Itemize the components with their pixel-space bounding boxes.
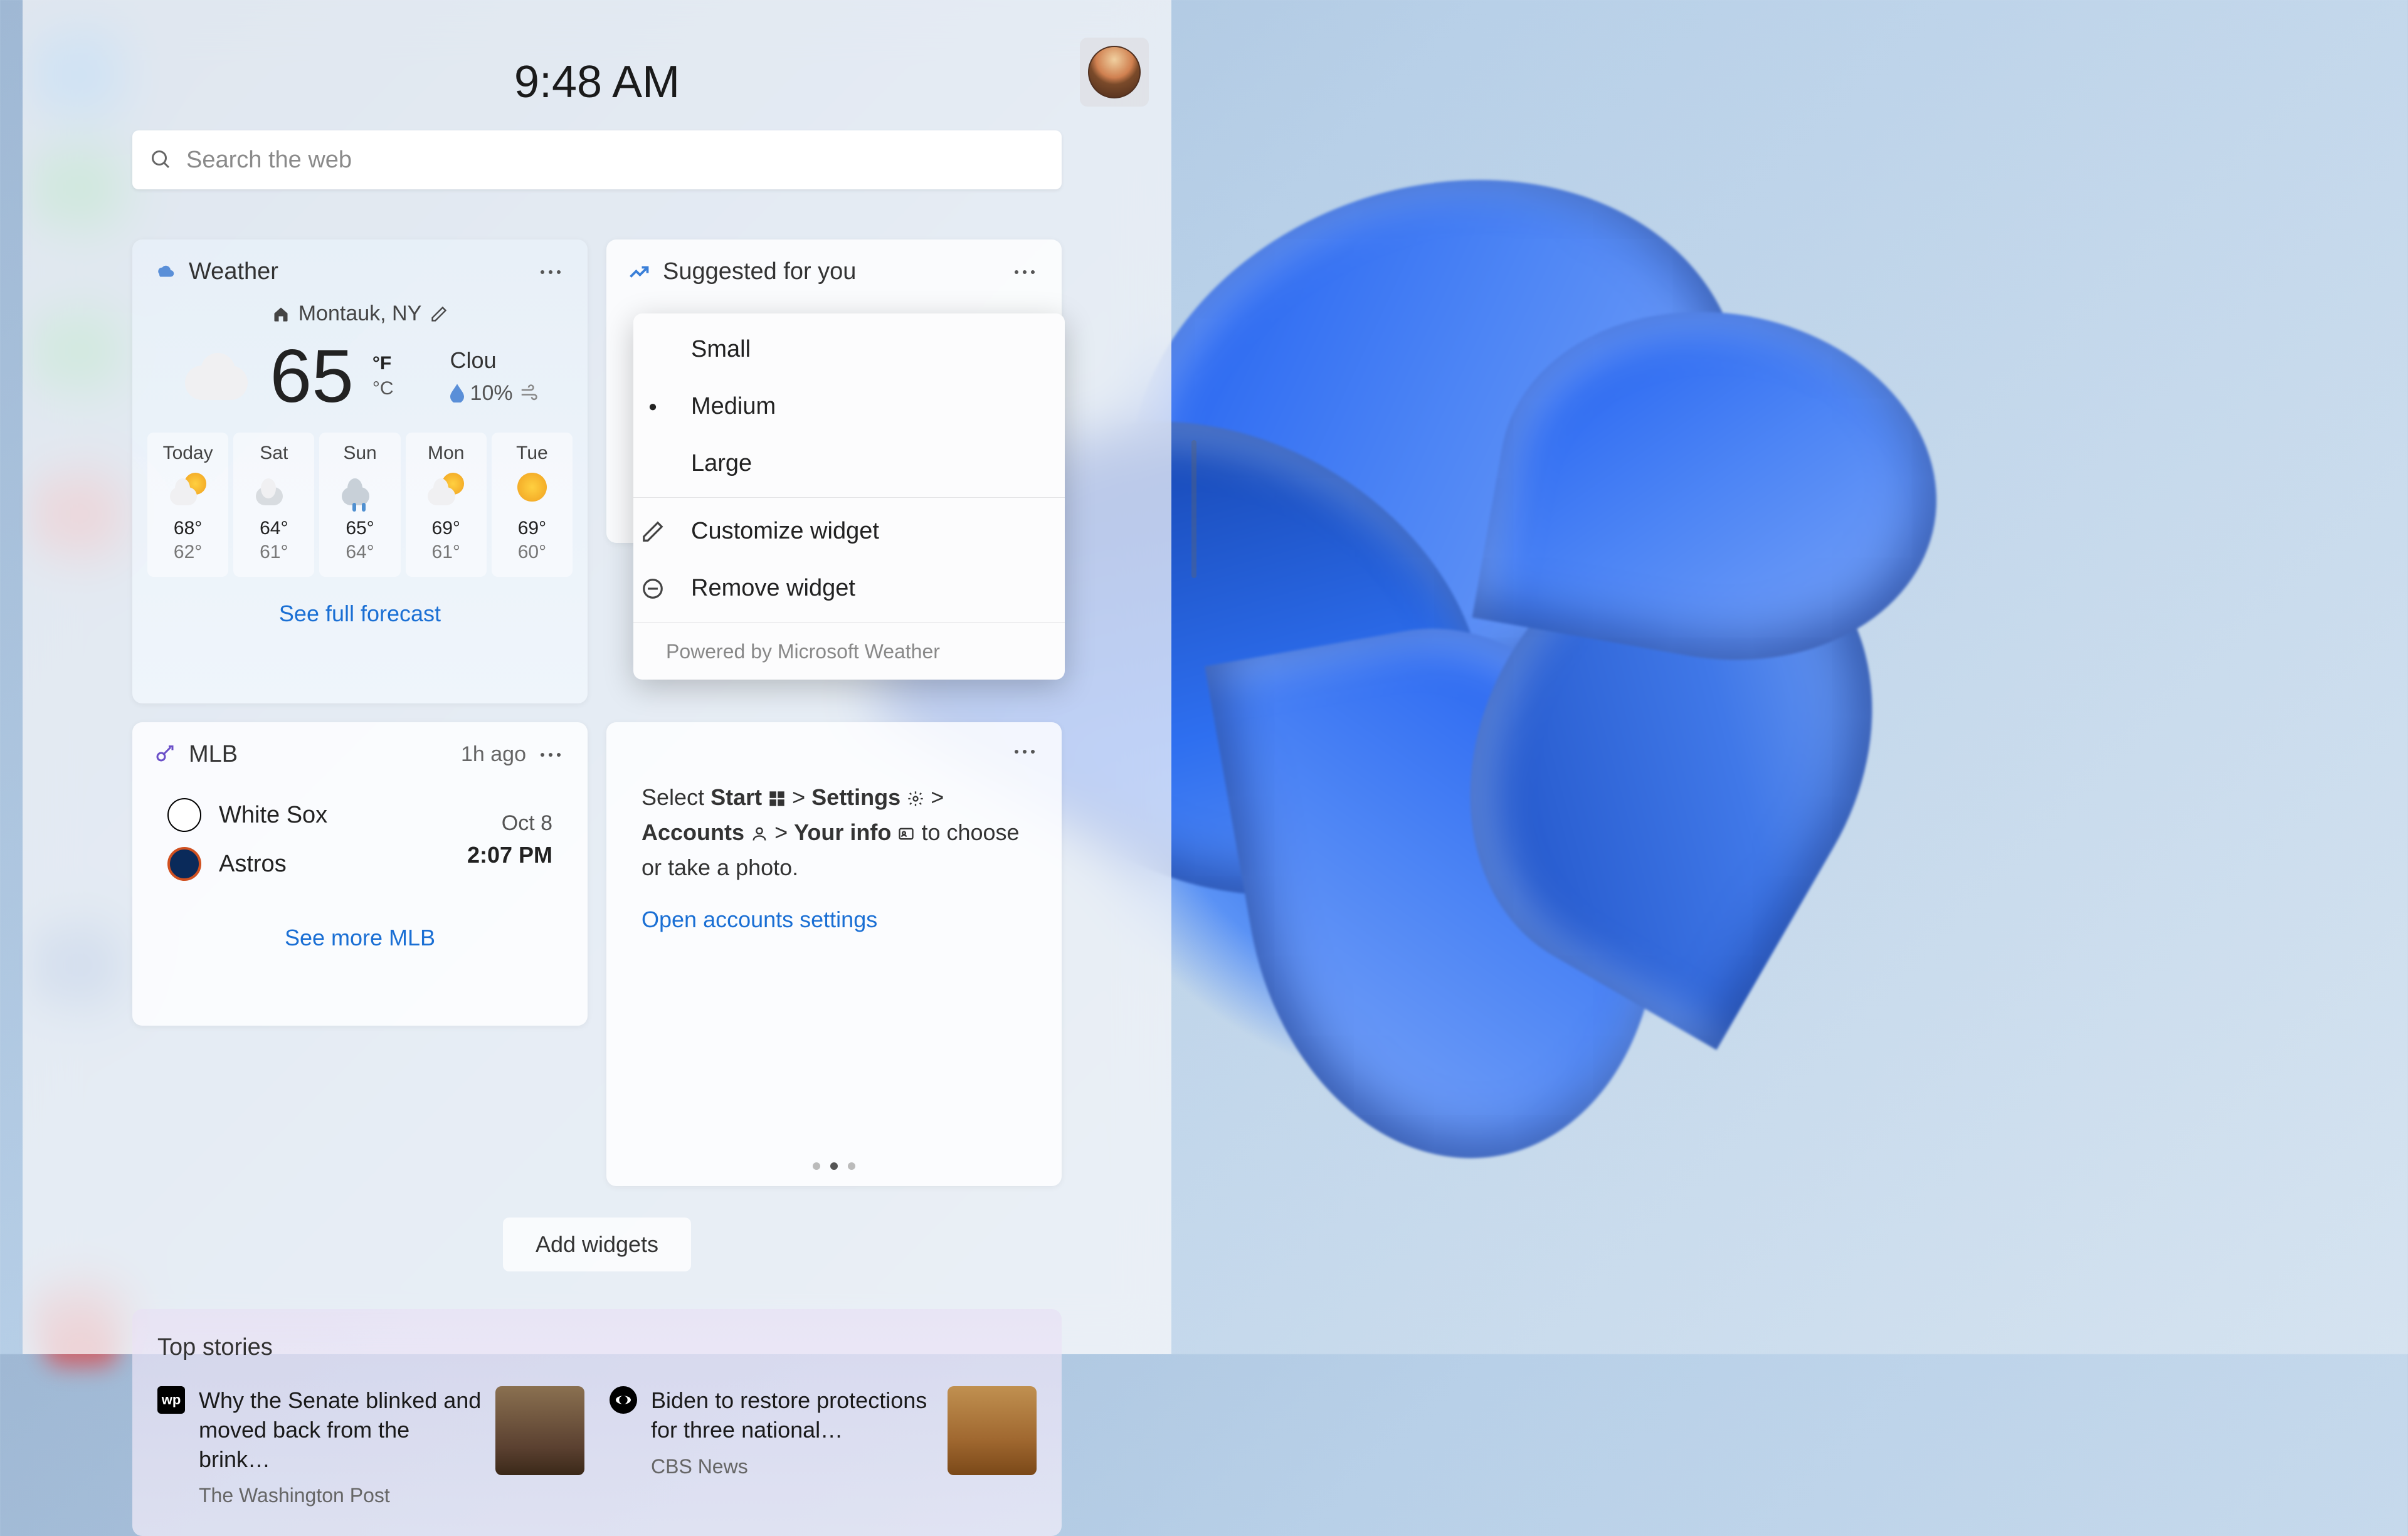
wind-icon: [519, 384, 538, 402]
pencil-icon: [641, 520, 665, 544]
trending-icon: [628, 261, 650, 283]
edit-icon[interactable]: [430, 305, 448, 323]
avatar-image: [1088, 46, 1141, 98]
game-date: Oct 8: [467, 811, 552, 836]
unit-celsius[interactable]: °C: [372, 378, 394, 399]
search-input[interactable]: [186, 147, 1044, 174]
mlb-more-button[interactable]: [535, 744, 566, 765]
more-icon: [539, 269, 562, 275]
menu-remove-widget[interactable]: Remove widget: [633, 560, 1065, 617]
current-temp: 65: [270, 339, 353, 414]
story-thumbnail: [948, 1386, 1037, 1475]
more-icon: [1013, 749, 1036, 755]
time-display: 9:48 AM: [514, 56, 680, 108]
search-icon: [150, 149, 172, 171]
page-dot[interactable]: [813, 1162, 820, 1170]
open-accounts-link[interactable]: Open accounts settings: [642, 902, 877, 937]
story-headline: Biden to restore protections for three n…: [651, 1386, 934, 1445]
weather-current: 65 °F °C Clou 10%: [132, 339, 588, 414]
mlb-game[interactable]: White Sox Astros Oct 8 2:07 PM: [167, 798, 552, 881]
location-text: Montauk, NY: [298, 302, 422, 326]
top-stories-title: Top stories: [157, 1334, 1037, 1361]
astros-logo: [167, 847, 201, 881]
mlb-widget: MLB 1h ago White Sox Astros: [132, 722, 588, 1026]
tips-body: Select Start > Settings > Accounts > You…: [606, 774, 1062, 937]
start-icon: [768, 790, 786, 807]
sun-icon: [517, 473, 546, 502]
scrollbar[interactable]: [1191, 440, 1196, 578]
rain-icon: [342, 473, 378, 509]
more-icon: [1013, 269, 1036, 275]
wapo-icon: wp: [157, 1386, 185, 1414]
mlb-timestamp: 1h ago: [461, 742, 526, 767]
forecast-link-row: See full forecast: [132, 577, 588, 627]
story-item[interactable]: Biden to restore protections for three n…: [610, 1386, 1037, 1507]
gear-icon: [907, 790, 924, 807]
page-dot[interactable]: [848, 1162, 855, 1170]
menu-customize-widget[interactable]: Customize widget: [633, 503, 1065, 560]
weather-more-button[interactable]: [535, 261, 566, 283]
cbs-icon: [610, 1386, 637, 1414]
weather-condition: Clou: [450, 347, 538, 374]
sun-cloud-icon: [170, 473, 206, 509]
see-full-forecast-link[interactable]: See full forecast: [279, 601, 441, 626]
droplet-icon: [450, 384, 464, 402]
story-item[interactable]: wp Why the Senate blinked and moved back…: [157, 1386, 584, 1507]
tips-pagination[interactable]: [813, 1162, 855, 1170]
cloud-icon: [182, 353, 251, 400]
weather-icon: [154, 261, 176, 283]
weather-precip: 10%: [450, 381, 538, 406]
id-icon: [897, 825, 915, 843]
weather-title: Weather: [189, 258, 535, 285]
story-source: CBS News: [651, 1455, 934, 1478]
weather-location[interactable]: Montauk, NY: [132, 302, 588, 326]
story-thumbnail: [495, 1386, 584, 1475]
menu-divider: [633, 497, 1065, 498]
story-source: The Washington Post: [199, 1484, 482, 1507]
menu-footer: Powered by Microsoft Weather: [633, 628, 1065, 672]
sports-icon: [154, 744, 176, 766]
more-icon: [539, 752, 562, 758]
forecast-day[interactable]: Mon 69° 61°: [406, 433, 487, 577]
menu-divider: [633, 622, 1065, 623]
see-more-mlb-link[interactable]: See more MLB: [285, 925, 435, 950]
forecast-row: Today 68° 62° Sat 64° 61° Sun 65° 64°: [132, 414, 588, 577]
temp-units[interactable]: °F °C: [372, 353, 394, 399]
white-sox-logo: [167, 798, 201, 832]
mlb-title: MLB: [189, 741, 461, 768]
add-widgets-button[interactable]: Add widgets: [503, 1218, 691, 1271]
forecast-day[interactable]: Sat 64° 61°: [233, 433, 314, 577]
forecast-day[interactable]: Tue 69° 60°: [492, 433, 573, 577]
suggested-title: Suggested for you: [663, 258, 1009, 285]
suggested-more-button[interactable]: [1009, 261, 1040, 283]
tips-more-button[interactable]: [1009, 741, 1040, 762]
top-stories-section: Top stories wp Why the Senate blinked an…: [132, 1309, 1062, 1536]
menu-size-large[interactable]: Large: [633, 435, 1065, 492]
remove-icon: [641, 577, 665, 601]
forecast-day[interactable]: Today 68° 62°: [147, 433, 228, 577]
home-icon: [272, 305, 290, 323]
sun-cloud-icon: [428, 473, 464, 509]
story-headline: Why the Senate blinked and moved back fr…: [199, 1386, 482, 1474]
menu-size-medium[interactable]: ● Medium: [633, 378, 1065, 435]
panel-header: 9:48 AM: [23, 0, 1171, 119]
forecast-day[interactable]: Sun 65° 64°: [319, 433, 400, 577]
weather-widget: Weather Montauk, NY 65 °F °C: [132, 239, 588, 703]
mlb-team-away: White Sox: [167, 798, 327, 832]
mlb-team-home: Astros: [167, 847, 327, 881]
tips-widget: Select Start > Settings > Accounts > You…: [606, 722, 1062, 1186]
page-dot-active[interactable]: [830, 1162, 838, 1170]
user-avatar[interactable]: [1080, 38, 1149, 107]
unit-fahrenheit[interactable]: °F: [372, 353, 394, 374]
game-time: 2:07 PM: [467, 842, 552, 868]
widget-context-menu: Small ● Medium Large Customize widget Re…: [633, 313, 1065, 680]
search-bar[interactable]: [132, 130, 1062, 189]
person-icon: [751, 825, 768, 843]
cloud-icon: [256, 473, 292, 509]
menu-size-small[interactable]: Small: [633, 321, 1065, 378]
